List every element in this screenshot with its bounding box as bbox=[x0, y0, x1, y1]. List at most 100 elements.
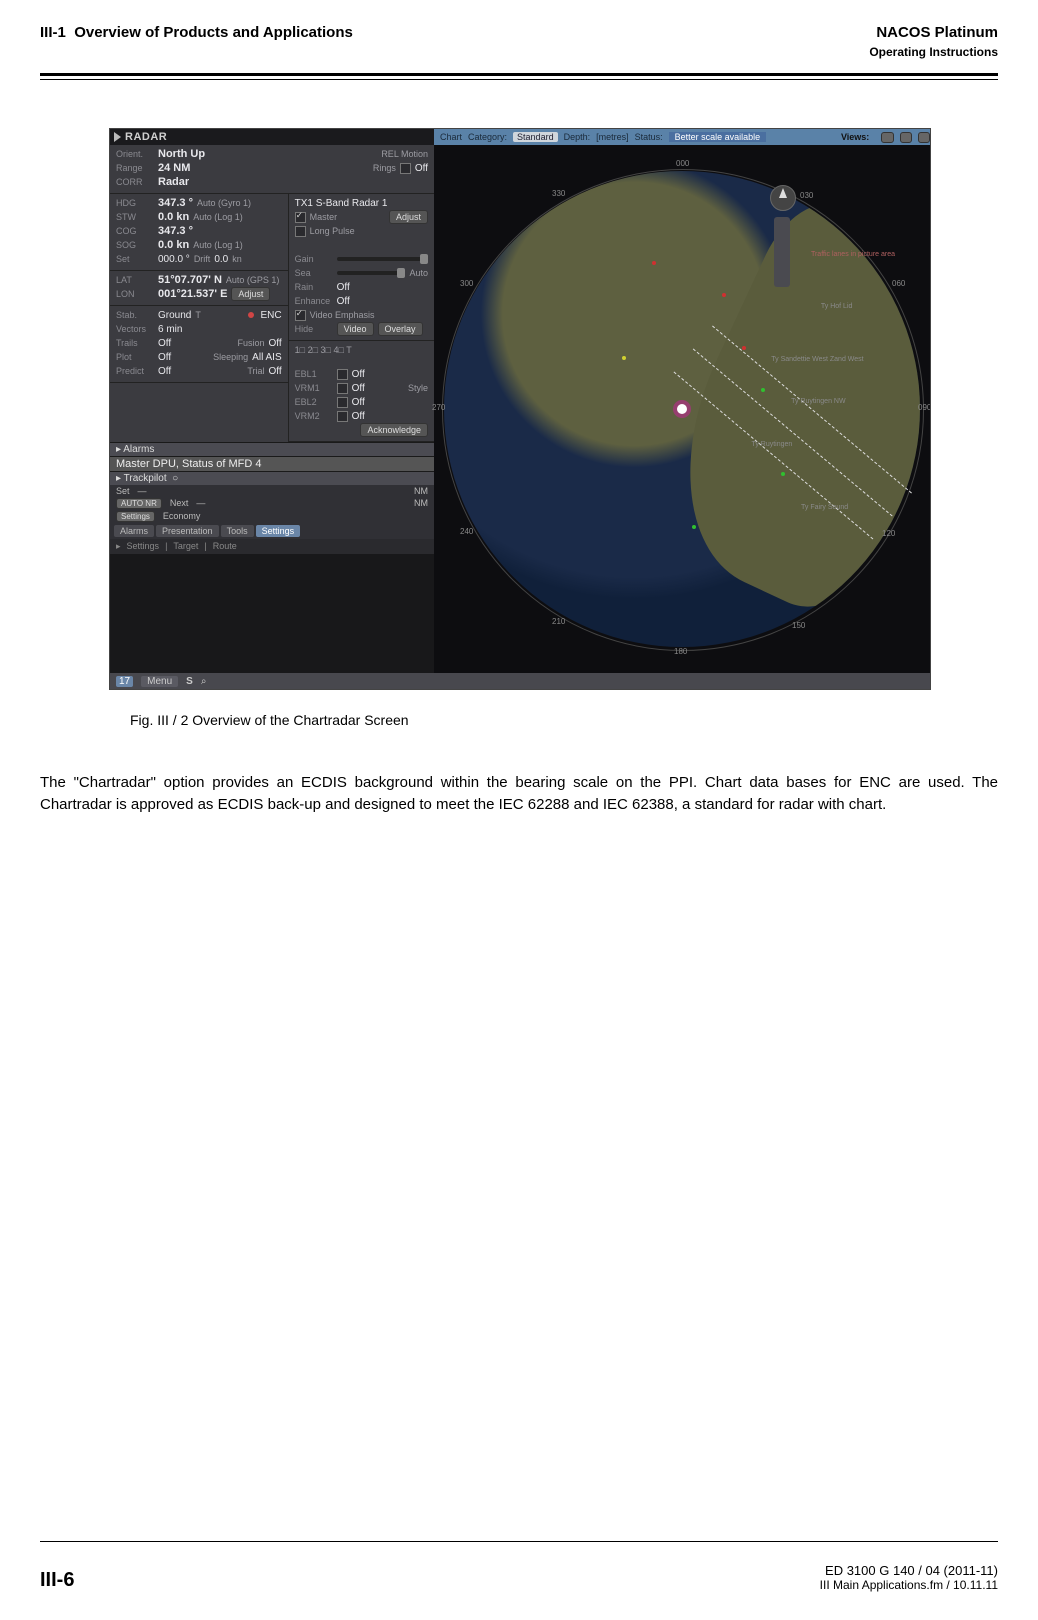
status-message[interactable]: Better scale available bbox=[669, 132, 767, 142]
sea-auto[interactable]: Auto bbox=[409, 268, 428, 278]
chart-label[interactable]: Chart bbox=[440, 132, 462, 142]
ais-target[interactable] bbox=[742, 346, 746, 350]
trails-value[interactable]: Off bbox=[158, 338, 171, 349]
adjust-position-button[interactable]: Adjust bbox=[231, 287, 270, 301]
depth-label: Depth: bbox=[564, 132, 591, 142]
ais-target[interactable] bbox=[722, 293, 726, 297]
subtab-route[interactable]: Route bbox=[213, 541, 237, 552]
track-next-label: Next bbox=[170, 498, 189, 509]
acknowledge-button[interactable]: Acknowledge bbox=[360, 423, 428, 437]
sog-value: 0.0 kn bbox=[158, 239, 189, 251]
trackpilot-header[interactable]: ▸ Trackpilot ○ bbox=[110, 471, 434, 485]
trails-label: Trails bbox=[116, 338, 154, 348]
range-label: Range bbox=[116, 163, 154, 173]
tx-title[interactable]: TX1 S-Band Radar 1 bbox=[295, 198, 388, 209]
fusion-value[interactable]: Off bbox=[268, 338, 281, 349]
view-selector-1[interactable] bbox=[881, 132, 893, 143]
predict-value[interactable]: Off bbox=[158, 366, 171, 377]
zoom-slider[interactable] bbox=[774, 217, 790, 287]
page-header: III-1 Overview of Products and Applicati… bbox=[40, 0, 998, 59]
search-icon[interactable]: ⌕ bbox=[201, 676, 207, 687]
bearing-060: 060 bbox=[892, 279, 905, 288]
vectors-value[interactable]: 6 min bbox=[158, 324, 182, 335]
alarm-header[interactable]: ▸ Alarms bbox=[110, 442, 434, 456]
corr-value[interactable]: Radar bbox=[158, 176, 189, 188]
rings-label: Rings bbox=[373, 163, 396, 173]
trial-value[interactable]: Off bbox=[268, 366, 281, 377]
subtab-settings[interactable]: Settings bbox=[127, 541, 160, 552]
video-button[interactable]: Video bbox=[337, 322, 374, 336]
trial-label: Trial bbox=[247, 366, 264, 376]
vrm1-label: VRM1 bbox=[295, 383, 333, 393]
tab-presentation[interactable]: Presentation bbox=[156, 525, 219, 537]
view-selector-2[interactable] bbox=[900, 132, 912, 143]
screenshot-wrapper: RADAR 03:36:57 UTC Chart Category: Stand… bbox=[109, 128, 929, 690]
drift-unit: kn bbox=[232, 254, 242, 264]
nav-arrow-icon[interactable] bbox=[114, 132, 121, 142]
enc-label[interactable]: ENC bbox=[261, 310, 282, 321]
sleeping-value[interactable]: All AIS bbox=[252, 352, 281, 363]
predict-label: Predict bbox=[116, 366, 154, 376]
vrm2-checkbox[interactable] bbox=[337, 411, 348, 422]
gain-slider[interactable] bbox=[337, 257, 428, 261]
adjust-radar-button[interactable]: Adjust bbox=[389, 210, 428, 224]
sog-label: SOG bbox=[116, 240, 154, 250]
view-selector-3[interactable] bbox=[918, 132, 930, 143]
longpulse-checkbox[interactable] bbox=[295, 226, 306, 237]
trackpilot-row-2: AUTO NR Next — NM bbox=[110, 497, 434, 510]
hdg-source[interactable]: Auto (Gyro 1) bbox=[197, 198, 251, 208]
track-next-value: — bbox=[196, 498, 205, 509]
ppi-area[interactable]: 000 030 060 090 120 150 180 210 240 270 … bbox=[434, 145, 930, 673]
enhance-value[interactable]: Off bbox=[337, 296, 350, 307]
ebl1-checkbox[interactable] bbox=[337, 369, 348, 380]
track-economy-label[interactable]: Economy bbox=[163, 511, 201, 522]
tab-tools[interactable]: Tools bbox=[221, 525, 254, 537]
panel-position: LAT51°07.707' NAuto (GPS 1) LON001°21.53… bbox=[110, 271, 288, 306]
drift-label: Drift bbox=[194, 254, 211, 264]
set-label: Set bbox=[116, 254, 154, 264]
orient-value[interactable]: North Up bbox=[158, 148, 205, 160]
track-set-value: — bbox=[138, 486, 147, 496]
map-label: Ty Sandettie West Zand West bbox=[771, 356, 863, 363]
sea-slider[interactable] bbox=[337, 271, 406, 275]
ebl2-checkbox[interactable] bbox=[337, 397, 348, 408]
trackpilot-row-3: Settings Economy bbox=[110, 510, 434, 523]
master-checkbox[interactable] bbox=[295, 212, 306, 223]
category-value[interactable]: Standard bbox=[513, 132, 558, 142]
hdg-value: 347.3 ° bbox=[158, 197, 193, 209]
vrm1-value: Off bbox=[352, 383, 365, 394]
style-label[interactable]: Style bbox=[408, 383, 428, 393]
page-number: III-6 bbox=[40, 1569, 74, 1592]
chart-status-bar: Chart Category: Standard Depth: [metres]… bbox=[434, 129, 930, 145]
track-settings-button[interactable]: Settings bbox=[116, 511, 155, 522]
range-value[interactable]: 24 NM bbox=[158, 162, 190, 174]
alarm-message[interactable]: Master DPU, Status of MFD 4 bbox=[110, 456, 434, 471]
rain-value[interactable]: Off bbox=[337, 282, 350, 293]
tab-alarms[interactable]: Alarms bbox=[114, 525, 154, 537]
bearing-180: 180 bbox=[674, 647, 687, 656]
pi-row[interactable]: 1□ 2□ 3□ 4□ T bbox=[295, 345, 352, 355]
body-paragraph: The "Chartradar" option provides an ECDI… bbox=[40, 772, 998, 816]
compass-icon[interactable] bbox=[770, 185, 796, 211]
doc-file: III Main Applications.fm / 10.11.11 bbox=[820, 1578, 998, 1592]
vrm1-checkbox[interactable] bbox=[337, 383, 348, 394]
mode-label[interactable]: RADAR bbox=[125, 131, 167, 143]
ebl2-label: EBL2 bbox=[295, 397, 333, 407]
sea-label: Sea bbox=[295, 268, 333, 278]
plot-value[interactable]: Off bbox=[158, 352, 171, 363]
menu-button[interactable]: Menu bbox=[141, 676, 178, 687]
subtab-target[interactable]: Target bbox=[173, 541, 198, 552]
stab-value[interactable]: Ground bbox=[158, 310, 191, 321]
sleeping-label: Sleeping bbox=[213, 352, 248, 362]
motion-label[interactable]: REL Motion bbox=[381, 149, 428, 159]
drift-value: 0.0 bbox=[214, 254, 228, 265]
master-label: Master bbox=[310, 212, 338, 222]
stw-source[interactable]: Auto (Log 1) bbox=[193, 212, 243, 222]
rings-checkbox[interactable] bbox=[400, 163, 411, 174]
video-emphasis-checkbox[interactable] bbox=[295, 310, 306, 321]
tab-settings[interactable]: Settings bbox=[256, 525, 301, 537]
overlay-button[interactable]: Overlay bbox=[378, 322, 423, 336]
sog-source[interactable]: Auto (Log 1) bbox=[193, 240, 243, 250]
lat-source[interactable]: Auto (GPS 1) bbox=[226, 275, 280, 285]
auto-nr-button[interactable]: AUTO NR bbox=[116, 498, 162, 509]
